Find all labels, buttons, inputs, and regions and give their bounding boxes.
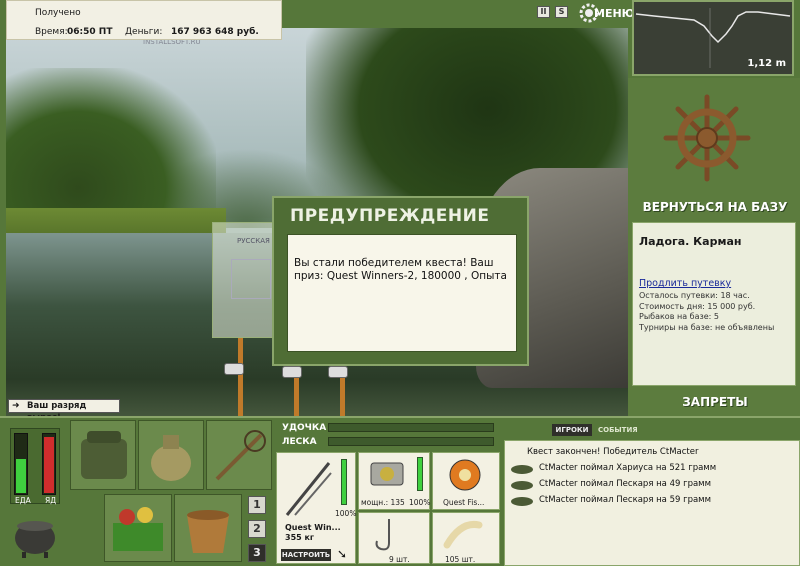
line-spool-icon xyxy=(449,459,481,491)
food-meter-fill xyxy=(16,459,26,493)
fish-icon xyxy=(511,497,533,506)
sack-icon xyxy=(151,435,191,481)
depth-chart: 1,12 m xyxy=(632,0,794,76)
rod-icon xyxy=(285,462,332,516)
dialog-body: Вы стали победителем квеста! Ваш приз: Q… xyxy=(287,234,517,352)
line-name: Quest Fis... xyxy=(443,498,485,507)
bait-worm-icon xyxy=(443,520,483,549)
menu-button[interactable]: МЕНЮ xyxy=(578,2,635,24)
bait-count: 105 шт. xyxy=(445,555,476,564)
hook-icon xyxy=(375,519,390,551)
event-item: CtMacter поймал Пескаря на 59 грамм xyxy=(539,495,712,505)
money-value: 167 963 648 руб. xyxy=(171,27,259,37)
bait-slot[interactable]: 105 шт. xyxy=(432,512,500,564)
reel-1 xyxy=(224,363,244,375)
net-slot[interactable] xyxy=(206,420,272,490)
line-slot[interactable]: Quest Fis... xyxy=(432,452,500,510)
anglers-count: Рыбаков на базе: 5 xyxy=(639,312,719,321)
arrow-right-icon: ➜ xyxy=(12,401,20,411)
line-label: ЛЕСКА xyxy=(282,437,317,447)
status-text: Получено xyxy=(35,8,81,18)
bucket-icon xyxy=(187,510,229,553)
hook-count: 9 шт. xyxy=(389,555,410,564)
cauldron-icon xyxy=(15,521,55,558)
dialog-title: ПРЕДУПРЕЖДЕНИЕ xyxy=(290,206,490,226)
rank-notice[interactable]: ➜ Ваш разряд вырос! xyxy=(8,399,120,423)
day-cost: Стоимость дня: 15 000 руб. xyxy=(639,301,756,311)
base-info-panel: Ладога. Карман Продлить путевку Осталось… xyxy=(632,222,796,386)
poison-meter-fill xyxy=(44,437,54,493)
rod-health-bar xyxy=(341,459,347,505)
rod-pct: 100% xyxy=(335,509,357,518)
meters-box: ЕДА ЯД xyxy=(10,428,60,505)
background-window: РУССКАЯ xyxy=(212,222,274,338)
food-label: ЕДА xyxy=(15,496,31,505)
bans-button[interactable]: ЗАПРЕТЫ xyxy=(632,395,798,409)
line-bar xyxy=(328,437,494,446)
extend-link[interactable]: Продлить путевку xyxy=(639,278,731,289)
event-item: CtMacter поймал Хариуса на 521 грамм xyxy=(539,463,717,473)
fish-icon xyxy=(511,481,533,490)
rod-slot[interactable]: 100% Quest Win... 355 кг НАСТРОИТЬ ➘ xyxy=(276,452,356,564)
hook-slot[interactable]: 9 шт. xyxy=(358,512,430,564)
tab-events[interactable]: СОБЫТИЯ xyxy=(598,426,638,434)
basket-icon xyxy=(113,507,163,551)
warning-dialog[interactable]: ПРЕДУПРЕЖДЕНИЕ Вы стали победителем квес… xyxy=(272,196,529,366)
location-name: Ладога. Карман xyxy=(639,235,742,248)
sack-slot[interactable] xyxy=(138,420,204,490)
event-item: CtMacter поймал Пескаря на 49 грамм xyxy=(539,479,712,489)
sound-button[interactable]: S xyxy=(555,6,568,18)
rod-bar xyxy=(328,423,494,432)
rod-weight: 355 кг xyxy=(285,533,315,542)
page-1-button[interactable]: 1 xyxy=(248,496,266,514)
ship-wheel-icon xyxy=(663,94,751,182)
reel-3 xyxy=(328,366,348,378)
reel-2 xyxy=(282,366,302,378)
bag-icon xyxy=(81,431,127,479)
time-label: Время: xyxy=(35,27,68,37)
cauldron-button[interactable] xyxy=(8,510,62,560)
poison-label: ЯД xyxy=(45,496,57,505)
rod-label: УДОЧКА xyxy=(282,423,327,433)
landing-net-icon xyxy=(215,430,266,481)
menu-label: МЕНЮ xyxy=(594,7,635,20)
fish-icon xyxy=(511,465,533,474)
bag-slot[interactable] xyxy=(70,420,136,490)
event-item: Квест закончен! Победитель CtMacter xyxy=(527,447,699,457)
info-panel: Получено Время: 06:50 ПТ Деньги: 167 963… xyxy=(6,0,282,40)
bucket-slot[interactable] xyxy=(174,494,242,562)
ghost-box xyxy=(231,259,271,299)
reel-health-bar xyxy=(417,457,423,491)
events-panel: Квест закончен! Победитель CtMacter CtMa… xyxy=(504,440,800,566)
time-value: 06:50 ПТ xyxy=(67,27,113,37)
setup-button[interactable]: НАСТРОИТЬ xyxy=(281,549,331,561)
return-label[interactable]: ВЕРНУТЬСЯ НА БАЗУ xyxy=(632,200,798,214)
page-3-button[interactable]: 3 xyxy=(248,544,266,562)
remaining-time: Осталось путевки: 18 час. xyxy=(639,291,750,300)
depth-value: 1,12 m xyxy=(747,58,786,69)
reel-slot[interactable]: мощн.: 135 100% xyxy=(358,452,430,510)
rod-name: Quest Win... xyxy=(285,523,341,532)
arrow-down-right-icon: ➘ xyxy=(337,547,348,561)
basket-slot[interactable] xyxy=(104,494,172,562)
reel-pct: 100% xyxy=(409,498,431,507)
page-2-button[interactable]: 2 xyxy=(248,520,266,538)
ghost-label: РУССКАЯ xyxy=(237,237,270,245)
pause-button[interactable]: II xyxy=(537,6,550,18)
money-label: Деньги: xyxy=(125,27,163,37)
food-meter xyxy=(14,433,28,495)
poison-meter xyxy=(42,433,56,495)
tournaments: Турниры на базе: не объявлены xyxy=(639,322,775,332)
return-to-base-button[interactable] xyxy=(662,93,752,183)
tab-players[interactable]: ИГРОКИ xyxy=(552,424,592,436)
reel-icon xyxy=(370,462,404,486)
base-stats: Осталось путевки: 18 час. Стоимость дня:… xyxy=(639,291,774,333)
reel-power: мощн.: 135 xyxy=(361,498,405,507)
fishing-rod-1[interactable] xyxy=(238,338,243,416)
